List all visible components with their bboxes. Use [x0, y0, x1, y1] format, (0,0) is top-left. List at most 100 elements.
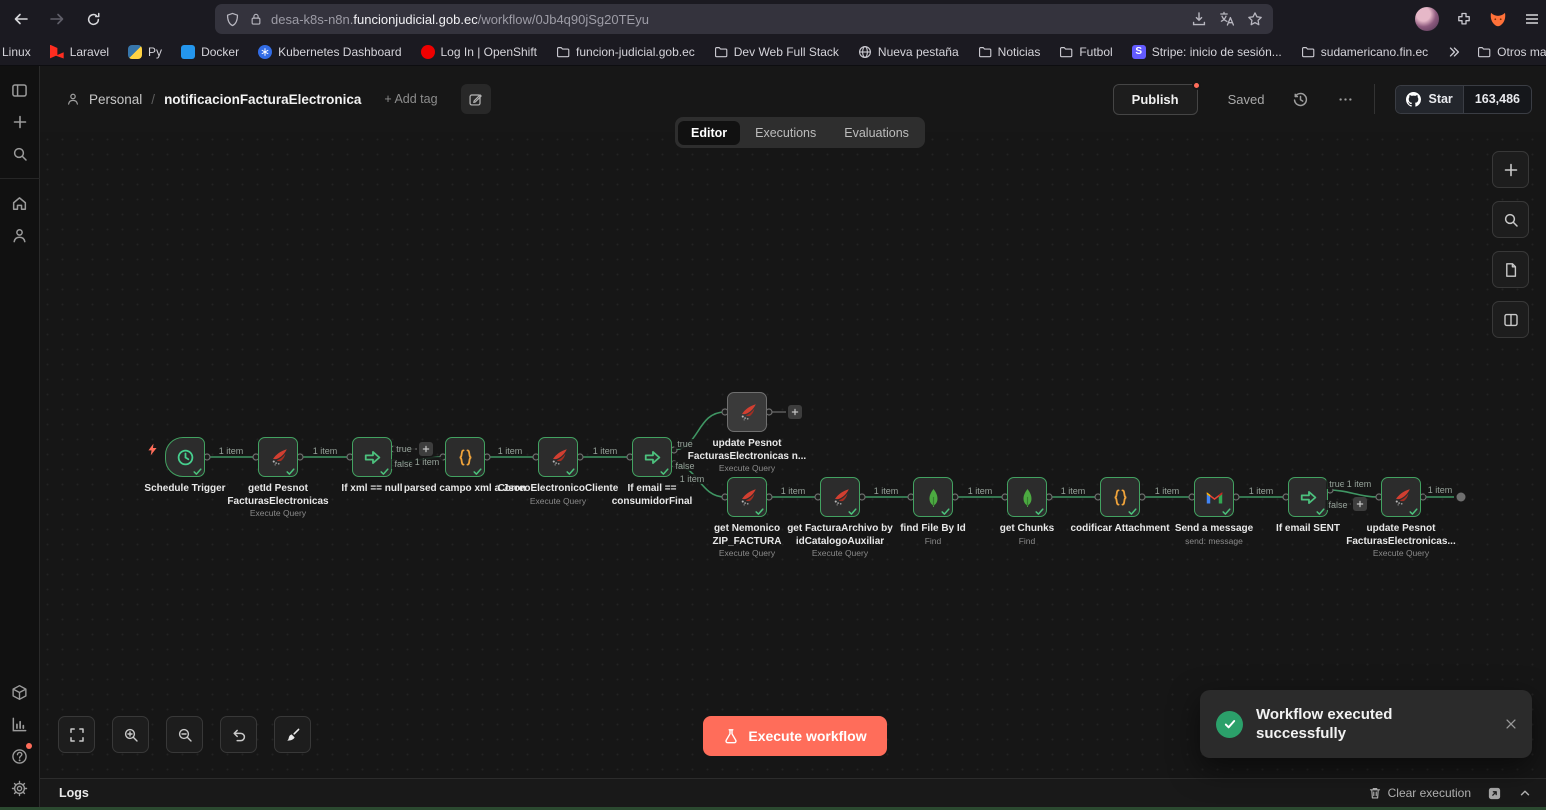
menu-icon[interactable] [1524, 11, 1540, 27]
node-codificar-attachment[interactable]: codificar Attachment [1100, 477, 1140, 517]
profile-avatar[interactable] [1415, 7, 1439, 31]
node-box[interactable] [1194, 477, 1234, 517]
sidebar-insights-icon[interactable] [0, 708, 40, 740]
lock-icon[interactable] [249, 12, 263, 26]
url-bar[interactable]: desa-k8s-n8n.funcionjudicial.gob.ec/work… [215, 4, 1273, 34]
bookmark-dev-web[interactable]: Dev Web Full Stack [714, 45, 839, 59]
sidebar-settings-icon[interactable] [0, 772, 40, 804]
toast-close-icon[interactable] [1504, 717, 1518, 731]
node-parsed-campo-xml[interactable]: parsed campo xml a Json [445, 437, 485, 477]
workflow-name[interactable]: notificacionFacturaElectronica [164, 92, 361, 107]
bookmark-openshift[interactable]: Log In | OpenShift [421, 45, 538, 59]
collapse-logs-icon[interactable] [1518, 786, 1532, 800]
node-update-pesnot-top[interactable]: update Pesnot FacturasElectronicas n... … [727, 392, 767, 432]
docker-icon [181, 45, 195, 59]
save-page-icon[interactable] [1191, 11, 1207, 27]
bookmark-stripe[interactable]: Stripe: inicio de sesión... [1132, 45, 1282, 59]
node-if-email-sent[interactable]: If email SENT [1288, 477, 1328, 517]
tab-executions[interactable]: Executions [742, 121, 829, 145]
sidebar-templates-icon[interactable] [0, 676, 40, 708]
tidy-up-button[interactable] [274, 716, 311, 753]
github-star-widget[interactable]: Star 163,486 [1395, 85, 1532, 114]
add-node-connector[interactable] [1353, 497, 1367, 511]
zoom-in-button[interactable] [112, 716, 149, 753]
node-box[interactable] [1288, 477, 1328, 517]
add-node-connector[interactable] [788, 405, 802, 419]
translate-icon[interactable] [1219, 11, 1235, 27]
history-icon[interactable] [1292, 91, 1309, 108]
extension-icon[interactable] [1456, 11, 1472, 27]
sidebar-home-icon[interactable] [0, 187, 40, 219]
node-box[interactable] [632, 437, 672, 477]
node-get-nemonico-zip[interactable]: get Nemonico ZIP_FACTURA Execute Query [727, 477, 767, 517]
node-box[interactable] [258, 437, 298, 477]
node-schedule-trigger[interactable]: Schedule Trigger [165, 437, 205, 477]
more-options-icon[interactable] [1337, 91, 1354, 108]
bookmark-otros-marcadores[interactable]: Otros marcadores [1477, 45, 1546, 59]
bookmark-noticias[interactable]: Noticias [978, 45, 1041, 59]
node-box[interactable] [727, 392, 767, 432]
zoom-to-fit-button[interactable] [58, 716, 95, 753]
node-update-pesnot-final[interactable]: update Pesnot FacturasElectronicas... Ex… [1381, 477, 1421, 517]
canvas-add-node-button[interactable] [1492, 151, 1529, 188]
sidebar-personal-icon[interactable] [0, 219, 40, 251]
back-button[interactable] [6, 4, 36, 34]
node-box[interactable] [538, 437, 578, 477]
node-send-a-message[interactable]: Send a message send: message [1194, 477, 1234, 517]
publish-button[interactable]: Publish [1113, 84, 1198, 115]
workflow-canvas[interactable]: 1 item 1 item true false 1 item 1 item 1… [40, 132, 1546, 778]
bookmark-docker[interactable]: Docker [181, 45, 239, 59]
clear-execution-button[interactable]: Clear execution [1368, 786, 1471, 800]
add-node-connector[interactable] [419, 442, 433, 456]
bookmark-star-icon[interactable] [1247, 11, 1263, 27]
github-icon [1406, 92, 1421, 107]
node-box[interactable] [1007, 477, 1047, 517]
canvas-panel-button[interactable] [1492, 301, 1529, 338]
node-box[interactable] [727, 477, 767, 517]
breadcrumb-project[interactable]: Personal [89, 92, 142, 107]
node-box[interactable] [352, 437, 392, 477]
node-box[interactable] [1381, 477, 1421, 517]
sidebar-add-workflow-icon[interactable] [0, 106, 40, 138]
bookmark-py[interactable]: Py [128, 45, 162, 59]
node-box[interactable] [445, 437, 485, 477]
node-get-chunks[interactable]: get Chunks Find [1007, 477, 1047, 517]
sidebar-toggle-icon[interactable] [0, 74, 40, 106]
bookmark-futbol[interactable]: Futbol [1059, 45, 1112, 59]
canvas-sticky-note-button[interactable] [1492, 251, 1529, 288]
zoom-out-button[interactable] [166, 716, 203, 753]
add-tag-button[interactable]: + Add tag [384, 92, 437, 106]
node-find-file-by-id[interactable]: find File By Id Find [913, 477, 953, 517]
open-logs-icon[interactable] [1487, 786, 1502, 801]
firefox-account-icon[interactable] [1489, 10, 1507, 28]
tab-editor[interactable]: Editor [678, 121, 740, 145]
node-getid-pesnot[interactable]: getId Pesnot FacturasElectronicas Execut… [258, 437, 298, 477]
bookmarks-overflow-icon[interactable] [1447, 45, 1461, 59]
node-box[interactable] [1100, 477, 1140, 517]
edge-label-true: true [393, 444, 415, 454]
bookmark-nueva-pestana[interactable]: Nueva pestaña [858, 45, 959, 59]
reload-button[interactable] [78, 4, 108, 34]
node-if-xml-null[interactable]: If xml == null [352, 437, 392, 477]
bookmark-funcion-judicial[interactable]: funcion-judicial.gob.ec [556, 45, 695, 59]
node-if-email-consumidor[interactable]: If email == consumidorFinal [632, 437, 672, 477]
bookmark-kubernetes[interactable]: Kubernetes Dashboard [258, 45, 401, 59]
sidebar-help-icon[interactable] [0, 740, 40, 772]
tab-evaluations[interactable]: Evaluations [831, 121, 922, 145]
forward-button[interactable] [42, 4, 72, 34]
shield-icon[interactable] [225, 12, 240, 27]
node-correo-electronico-cliente[interactable]: CorreoElectronicoCliente Execute Query [538, 437, 578, 477]
edit-workflow-icon[interactable] [461, 84, 491, 114]
bookmark-linux[interactable]: Linux [2, 45, 31, 59]
undo-button[interactable] [220, 716, 257, 753]
execute-workflow-button[interactable]: Execute workflow [703, 716, 887, 756]
sidebar-search-icon[interactable] [0, 138, 40, 170]
bookmark-sudamericano[interactable]: sudamericano.fin.ec [1301, 45, 1428, 59]
logs-panel-header[interactable]: Logs Clear execution [40, 778, 1546, 807]
canvas-search-button[interactable] [1492, 201, 1529, 238]
node-box[interactable] [913, 477, 953, 517]
bookmark-laravel[interactable]: Laravel [50, 45, 109, 59]
node-get-factura-archivo[interactable]: get FacturaArchivo by idCatalogoAuxiliar… [820, 477, 860, 517]
node-box[interactable] [165, 437, 205, 477]
node-box[interactable] [820, 477, 860, 517]
